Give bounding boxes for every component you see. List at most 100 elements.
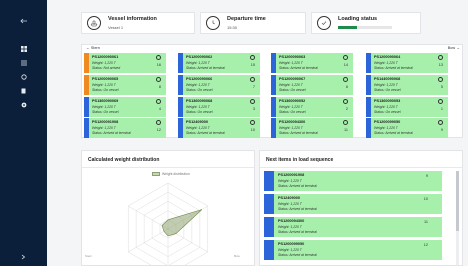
slot-number: 9 bbox=[440, 128, 443, 132]
slot-status-bar bbox=[271, 97, 276, 117]
sequence-status-bar bbox=[264, 240, 274, 260]
info-icon[interactable] bbox=[156, 99, 161, 104]
slot-id: PS1200090066 bbox=[186, 77, 213, 81]
scrollbar-thumb[interactable] bbox=[456, 171, 459, 231]
gear-icon[interactable] bbox=[0, 98, 47, 112]
departure-card: Departure time 15:30 bbox=[200, 12, 306, 34]
refresh-icon[interactable] bbox=[0, 70, 47, 84]
sequence-item-weight: Weight: 1,220 T bbox=[278, 179, 302, 183]
slot-id: PS1200090061 bbox=[92, 55, 119, 59]
info-icon[interactable] bbox=[250, 120, 255, 125]
sequence-item-weight: Weight: 1,220 T bbox=[278, 202, 302, 206]
slot-status-bar bbox=[84, 97, 89, 117]
sequence-item-id: PS12409000 bbox=[278, 196, 300, 200]
sequence-item-status: Status: Arrived at terminal bbox=[278, 207, 317, 211]
slot-weight: Weight: 1,220 T bbox=[374, 126, 398, 130]
slot-card[interactable]: PS1360090053 Weight: 1,220 T Status: On ve… bbox=[366, 97, 448, 117]
slot-id: PS1200090062 bbox=[186, 55, 213, 59]
sequence-scrollbar[interactable] bbox=[456, 171, 459, 265]
info-icon[interactable] bbox=[250, 77, 255, 82]
slot-status: Status: On vessel bbox=[279, 88, 306, 92]
expand-chevron-icon[interactable] bbox=[0, 250, 47, 264]
slot-card[interactable]: PS1440090068 Weight: 1,220 T Status: On ve… bbox=[366, 75, 448, 95]
slot-weight: Weight: 1,220 T bbox=[92, 105, 116, 109]
slot-card[interactable]: PS1200090065 Weight: 1,220 T Status: On ve… bbox=[84, 75, 166, 95]
check-circle-icon bbox=[317, 16, 331, 30]
slot-card[interactable]: PS1360090069 Weight: 1,220 T Status: On ve… bbox=[84, 97, 166, 117]
weight-distribution-card: Calculated weight distribution Weight di… bbox=[81, 150, 255, 266]
weight-radar-chart bbox=[127, 182, 209, 265]
document-icon[interactable] bbox=[0, 84, 47, 98]
slot-card[interactable]: PS1360090052 Weight: 1,220 T Status: On ve… bbox=[271, 97, 353, 117]
slot-weight: Weight: 1,220 T bbox=[92, 83, 116, 87]
slot-card[interactable]: PS1200090067 Weight: 1,220 T Status: On ve… bbox=[271, 75, 353, 95]
info-icon[interactable] bbox=[438, 77, 443, 82]
info-icon[interactable] bbox=[438, 99, 443, 104]
slot-card[interactable]: PS1200090064 Weight: 1,220 T Status: Arriv… bbox=[366, 53, 448, 73]
slot-number: 14 bbox=[343, 63, 348, 67]
slot-card[interactable]: PS1200099050 Weight: 1,220 T Status: Arriv… bbox=[366, 118, 448, 138]
slot-card[interactable]: PS1200094300 Weight: 1,220 T Status: Arriv… bbox=[271, 118, 353, 138]
slot-status-bar bbox=[178, 118, 183, 138]
slot-id: PS1200091908 bbox=[92, 120, 119, 124]
slot-card[interactable]: PS1360090068 Weight: 1,220 T Status: On ve… bbox=[178, 97, 260, 117]
departure-value: 15:30 bbox=[227, 25, 238, 30]
slot-weight: Weight: 1,220 T bbox=[186, 83, 210, 87]
slot-status-bar bbox=[366, 75, 371, 95]
load-sequence-title: Next items in load sequence bbox=[266, 157, 334, 163]
slot-status-bar bbox=[178, 75, 183, 95]
info-icon[interactable] bbox=[343, 99, 348, 104]
loading-progress-bar bbox=[338, 26, 392, 29]
slot-status-bar bbox=[178, 97, 183, 117]
slot-status: Status: On vessel bbox=[92, 110, 119, 114]
info-icon[interactable] bbox=[438, 120, 443, 125]
slot-number: 13 bbox=[438, 63, 443, 67]
slot-card[interactable]: PS1200090063 Weight: 1,220 T Status: Arriv… bbox=[271, 53, 353, 73]
slot-number: 5 bbox=[440, 85, 443, 89]
sequence-item[interactable]: PS12409000 Weight: 1,220 T Status: Arrived… bbox=[264, 194, 442, 214]
slot-status-bar bbox=[271, 53, 276, 73]
slot-card[interactable]: PS1200090062 Weight: 1,220 T Status: Arriv… bbox=[178, 53, 260, 73]
back-arrow-icon[interactable] bbox=[0, 14, 47, 28]
slot-status: Status: On vessel bbox=[186, 88, 213, 92]
sequence-item-status: Status: Arrived at terminal bbox=[278, 253, 317, 257]
list-icon[interactable] bbox=[0, 56, 47, 70]
slot-card[interactable]: PS1200090061 Weight: 1,220 T Status: Not a… bbox=[84, 53, 166, 73]
slot-id: PS1360090068 bbox=[186, 99, 213, 103]
slot-status: Status: Arrived at terminal bbox=[374, 66, 413, 70]
info-icon[interactable] bbox=[343, 120, 348, 125]
slot-status: Status: On vessel bbox=[92, 88, 119, 92]
sequence-item-number: 10 bbox=[423, 197, 428, 201]
info-icon[interactable] bbox=[343, 55, 348, 60]
divider bbox=[82, 167, 254, 168]
slot-status: Status: On vessel bbox=[374, 88, 401, 92]
info-icon[interactable] bbox=[250, 55, 255, 60]
sequence-item[interactable]: PS1200094300 Weight: 1,220 T Status: Arriv… bbox=[264, 217, 442, 237]
loading-progress-fill bbox=[338, 26, 357, 29]
sequence-status-bar bbox=[264, 194, 274, 214]
slot-number: 10 bbox=[250, 128, 255, 132]
slot-card[interactable]: PS12409000 Weight: 1,220 T Status: Arrived… bbox=[178, 118, 260, 138]
slot-number: 3 bbox=[252, 107, 255, 111]
slot-card[interactable]: PS1200090066 Weight: 1,220 T Status: On ve… bbox=[178, 75, 260, 95]
info-icon[interactable] bbox=[156, 77, 161, 82]
slot-weight: Weight: 1,220 T bbox=[92, 61, 116, 65]
sequence-item[interactable]: PS1200091908 Weight: 1,220 T Status: Arriv… bbox=[264, 171, 442, 191]
info-icon[interactable] bbox=[343, 77, 348, 82]
slot-status-bar bbox=[366, 53, 371, 73]
stern-label: ← Stern bbox=[86, 46, 100, 50]
slot-id: PS1200090063 bbox=[279, 55, 306, 59]
slot-status: Status: Arrived at terminal bbox=[279, 66, 318, 70]
sequence-item[interactable]: PS1200099050 Weight: 1,220 T Status: Arriv… bbox=[264, 240, 442, 260]
grid-icon[interactable] bbox=[0, 42, 47, 56]
direction-labels: ← Stern Bow → bbox=[82, 46, 464, 52]
info-icon[interactable] bbox=[438, 55, 443, 60]
info-icon[interactable] bbox=[156, 55, 161, 60]
slot-status-bar bbox=[271, 118, 276, 138]
slot-id: PS1360090052 bbox=[279, 99, 306, 103]
info-icon[interactable] bbox=[156, 120, 161, 125]
info-icon[interactable] bbox=[250, 99, 255, 104]
slot-card[interactable]: PS1200091908 Weight: 1,220 T Status: Arriv… bbox=[84, 118, 166, 138]
sequence-item-number: 9 bbox=[425, 174, 428, 178]
slot-number: 2 bbox=[345, 107, 348, 111]
